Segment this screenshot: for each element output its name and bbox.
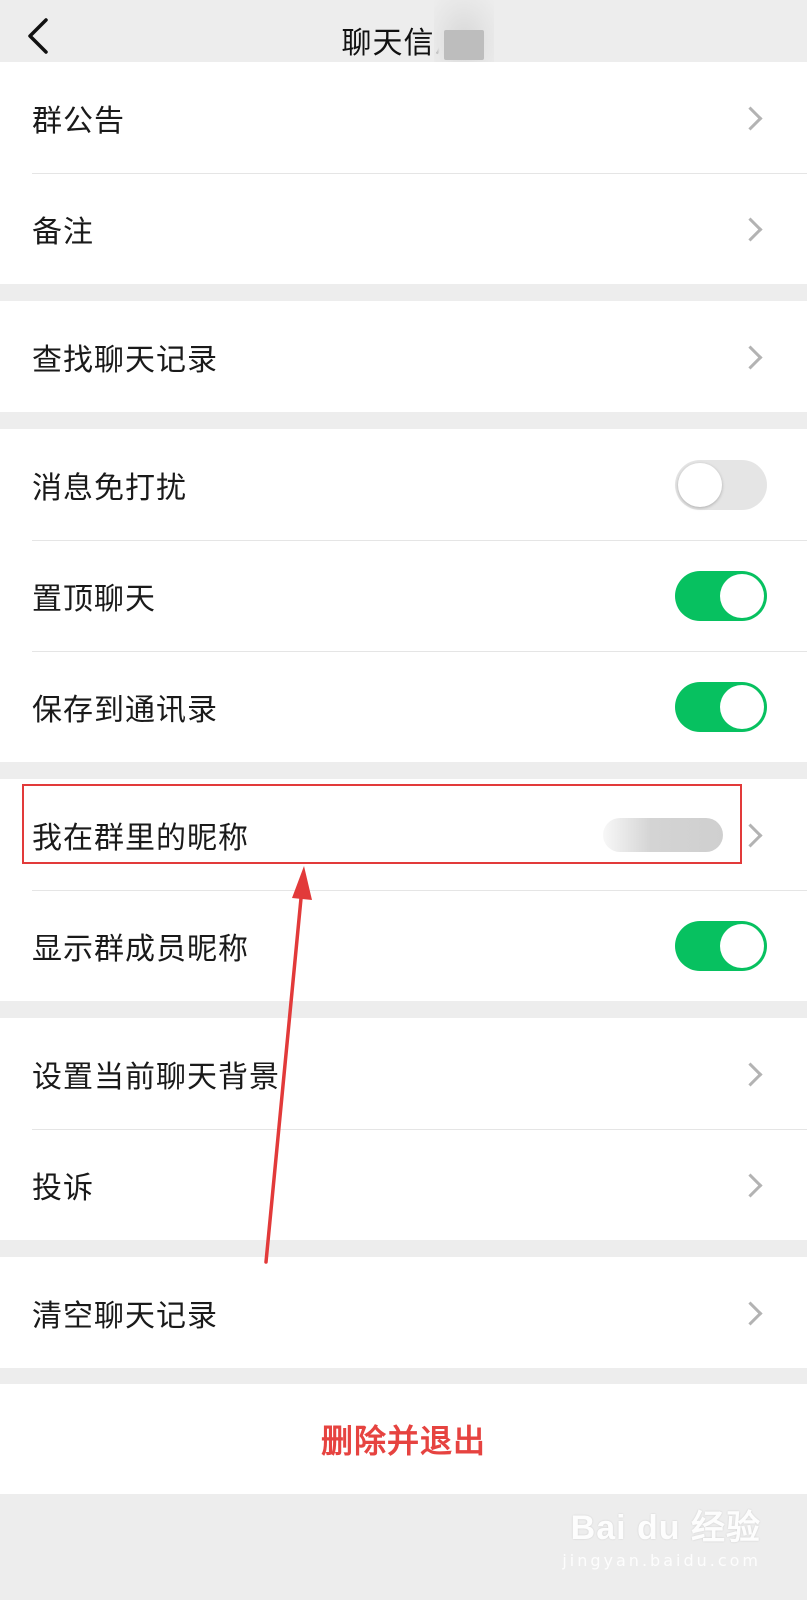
settings-group-clear: 清空聊天记录 — [0, 1257, 807, 1368]
row-set-chat-background[interactable]: 设置当前聊天背景 — [0, 1018, 807, 1129]
delete-and-exit-label: 删除并退出 — [320, 1422, 486, 1460]
chevron-right-icon — [738, 1300, 763, 1326]
row-label: 保存到通讯录 — [32, 692, 218, 728]
row-label: 查找聊天记录 — [32, 342, 218, 378]
row-save-to-contacts: 保存到通讯录 — [0, 651, 807, 762]
row-label: 投诉 — [32, 1170, 94, 1206]
row-label: 置顶聊天 — [32, 581, 156, 617]
settings-group-search: 查找聊天记录 — [0, 301, 807, 412]
settings-group-notes: 群公告 备注 — [0, 62, 807, 284]
row-label: 清空聊天记录 — [32, 1298, 218, 1334]
chevron-right-icon — [738, 1172, 763, 1198]
row-search-chat-history[interactable]: 查找聊天记录 — [0, 301, 807, 412]
row-label: 设置当前聊天背景 — [32, 1059, 280, 1095]
settings-group-toggles: 消息免打扰 置顶聊天 保存到通讯录 — [0, 429, 807, 762]
baidu-watermark: Bai du 经验 jingyan.baidu.com — [562, 1500, 761, 1570]
row-mute-notifications: 消息免打扰 — [0, 429, 807, 540]
row-label: 显示群成员昵称 — [32, 931, 249, 967]
chevron-right-icon — [738, 105, 763, 131]
delete-and-exit-button[interactable]: 删除并退出 — [0, 1384, 807, 1494]
chevron-right-icon — [738, 344, 763, 370]
page-title: 聊天信息 — [341, 26, 466, 61]
row-group-notice[interactable]: 群公告 — [0, 62, 807, 173]
watermark-url: jingyan.baidu.com — [562, 1551, 761, 1570]
chevron-right-icon — [738, 1061, 763, 1087]
row-complain[interactable]: 投诉 — [0, 1129, 807, 1240]
save-to-contacts-toggle[interactable] — [675, 681, 767, 732]
sticky-toggle[interactable] — [675, 570, 767, 621]
watermark-logo: Bai du 经验 — [570, 1509, 761, 1547]
row-label: 消息免打扰 — [32, 470, 187, 506]
chevron-right-icon — [738, 822, 763, 848]
row-sticky-on-top: 置顶聊天 — [0, 540, 807, 651]
annotation-highlight-box — [22, 784, 742, 864]
row-label: 备注 — [32, 214, 94, 250]
chevron-right-icon — [738, 216, 763, 242]
row-label: 群公告 — [32, 103, 125, 139]
row-show-member-nicknames: 显示群成员昵称 — [0, 890, 807, 1001]
settings-group-background: 设置当前聊天背景 投诉 — [0, 1018, 807, 1240]
show-nicknames-toggle[interactable] — [675, 920, 767, 971]
mute-toggle[interactable] — [675, 459, 767, 510]
row-clear-chat-history[interactable]: 清空聊天记录 — [0, 1257, 807, 1368]
row-remark[interactable]: 备注 — [0, 173, 807, 284]
